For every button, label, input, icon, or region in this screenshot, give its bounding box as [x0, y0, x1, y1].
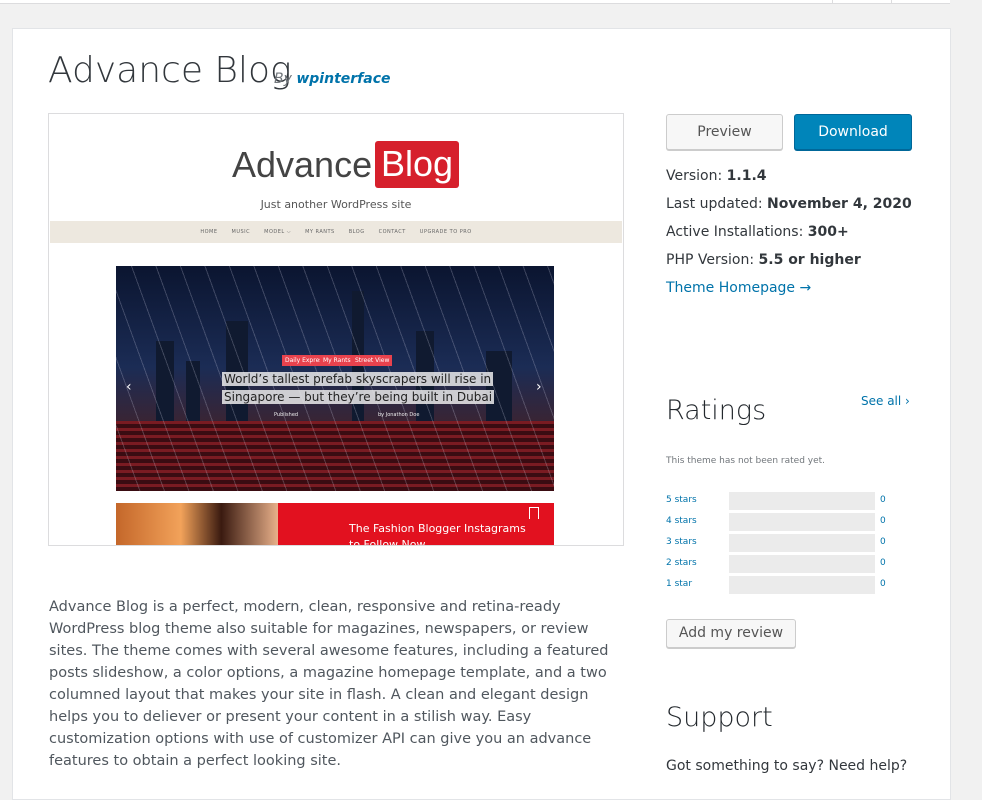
- screenshot-nav-item: BLOG: [348, 229, 365, 235]
- by-label: By: [274, 71, 292, 87]
- rating-row: 4 stars 0: [666, 513, 896, 531]
- theme-author: By wpinterface: [274, 71, 391, 87]
- rating-bar: [729, 555, 875, 573]
- preview-button[interactable]: Preview: [666, 114, 783, 150]
- rating-label[interactable]: 2 stars: [666, 558, 697, 568]
- download-button[interactable]: Download: [794, 114, 912, 150]
- rating-bar: [729, 513, 875, 531]
- rating-row: 3 stars 0: [666, 534, 896, 552]
- theme-description: Advance Blog is a perfect, modern, clean…: [49, 599, 609, 769]
- screenshot-fashion-card: The Fashion Blogger Instagrams to Follow…: [116, 503, 554, 545]
- rating-label[interactable]: 4 stars: [666, 516, 697, 526]
- installs-value: 300+: [807, 224, 849, 240]
- support-heading: Support: [666, 702, 773, 733]
- screenshot-logo-text: Advance: [232, 144, 373, 185]
- installs-label: Active Installations:: [666, 224, 804, 240]
- slide-category: Street View: [352, 355, 393, 366]
- slide-caption: World’s tallest prefab skyscrapers will …: [222, 372, 494, 386]
- screenshot-slider-image: Daily Express My Rants Street View World…: [116, 266, 554, 491]
- see-all-label: See all: [861, 394, 902, 408]
- top-bar: [0, 0, 950, 4]
- rating-count: 0: [880, 579, 886, 589]
- theme-screenshot: Advance Blog Just another WordPress site…: [48, 113, 624, 546]
- screenshot-nav-item: HOME: [200, 229, 218, 235]
- slide-caption: Singapore — but they’re being built in D…: [222, 390, 495, 404]
- version-value: 1.1.4: [726, 168, 767, 184]
- fashion-title: The Fashion Blogger Instagrams to Follow…: [349, 522, 526, 545]
- theme-homepage-link[interactable]: Theme Homepage →: [666, 280, 811, 296]
- rating-label[interactable]: 5 stars: [666, 495, 697, 505]
- version-label: Version:: [666, 168, 723, 184]
- rating-bar: [729, 576, 875, 594]
- bookmark-icon: [529, 507, 539, 519]
- author-link[interactable]: wpinterface: [296, 71, 390, 87]
- php-row: PHP Version: 5.5 or higher: [666, 249, 912, 277]
- screenshot-logo-box: Blog: [375, 141, 459, 188]
- updated-value: November 4, 2020: [767, 196, 912, 212]
- rating-count: 0: [880, 516, 886, 526]
- screenshot-nav-item: MY RANTS: [305, 229, 335, 235]
- chevron-right-icon: ›: [905, 394, 910, 408]
- no-rating-text: This theme has not been rated yet.: [666, 456, 826, 466]
- screenshot-nav: HOME MUSIC MODEL ⌵ MY RANTS BLOG CONTACT…: [50, 221, 622, 243]
- updated-row: Last updated: November 4, 2020: [666, 193, 912, 221]
- screenshot-tagline: Just another WordPress site: [260, 198, 412, 211]
- rating-bar: [729, 534, 875, 552]
- rating-label[interactable]: 3 stars: [666, 537, 697, 547]
- screenshot-nav-item: UPGRADE TO PRO: [419, 229, 472, 235]
- top-bar-divider: [891, 0, 892, 3]
- chevron-left-icon: ‹: [126, 379, 132, 395]
- rating-row: 5 stars 0: [666, 492, 896, 510]
- rating-row: 1 star 0: [666, 576, 896, 594]
- fashion-image: [116, 503, 278, 545]
- see-all-link[interactable]: See all ›: [861, 394, 910, 408]
- slide-author: by Jonathon Doe: [378, 412, 420, 418]
- screenshot-nav-item: MODEL ⌵: [264, 229, 292, 235]
- updated-label: Last updated:: [666, 196, 763, 212]
- rating-row: 2 stars 0: [666, 555, 896, 573]
- theme-meta: Version: 1.1.4 Last updated: November 4,…: [666, 165, 912, 305]
- rating-count: 0: [880, 495, 886, 505]
- installs-row: Active Installations: 300+: [666, 221, 912, 249]
- rating-count: 0: [880, 558, 886, 568]
- php-label: PHP Version:: [666, 252, 755, 268]
- screenshot-nav-item: CONTACT: [378, 229, 406, 235]
- top-bar-divider: [832, 0, 833, 3]
- screenshot-nav-item: MUSIC: [231, 229, 251, 235]
- ratings-heading: Ratings: [666, 395, 767, 426]
- rating-label[interactable]: 1 star: [666, 579, 692, 589]
- slide-meta: Published: [274, 412, 299, 418]
- add-review-button[interactable]: Add my review: [666, 619, 796, 648]
- chevron-right-icon: ›: [536, 379, 542, 395]
- php-value: 5.5 or higher: [758, 252, 861, 268]
- homepage-row: Theme Homepage →: [666, 277, 912, 305]
- theme-title: Advance Blog: [48, 50, 292, 91]
- slide-category: My Rants: [320, 355, 354, 366]
- rating-bar: [729, 492, 875, 510]
- support-question: Got something to say? Need help?: [666, 758, 908, 774]
- rating-count: 0: [880, 537, 886, 547]
- version-row: Version: 1.1.4: [666, 165, 912, 193]
